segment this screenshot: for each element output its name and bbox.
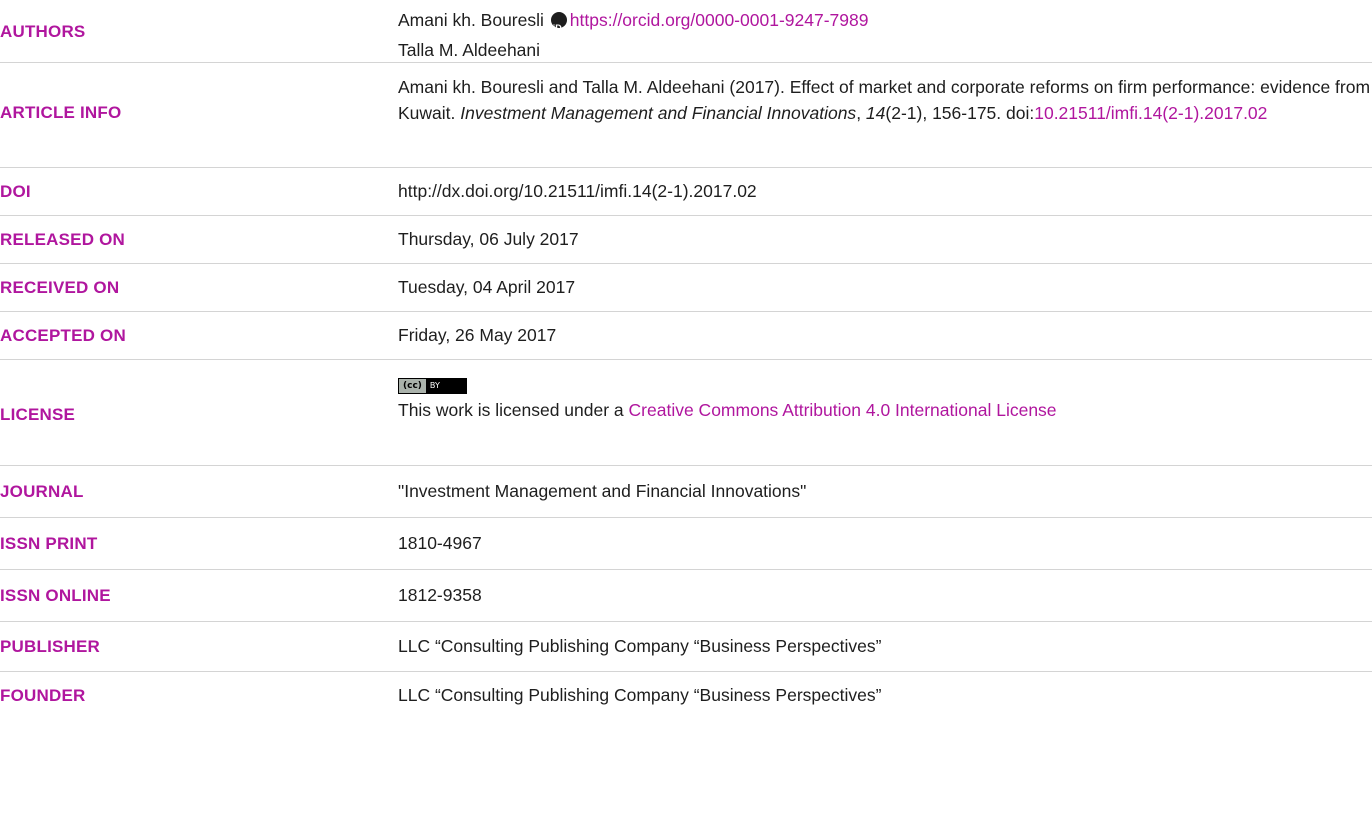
row-publisher: PUBLISHER LLC “Consulting Publishing Com…: [0, 622, 1372, 672]
authors-value: Amani kh. Bouresli https://orcid.org/000…: [398, 5, 1372, 65]
license-link[interactable]: Creative Commons Attribution 4.0 Interna…: [629, 400, 1057, 420]
license-text: This work is licensed under a: [398, 400, 629, 420]
row-issn-online: ISSN ONLINE 1812-9358: [0, 570, 1372, 622]
row-doi: DOI http://dx.doi.org/10.21511/imfi.14(2…: [0, 168, 1372, 216]
row-journal: JOURNAL "Investment Management and Finan…: [0, 466, 1372, 518]
doi-label: DOI: [0, 182, 31, 201]
released-on-value: Thursday, 06 July 2017: [398, 229, 579, 249]
journal-label: JOURNAL: [0, 482, 84, 501]
citation-journal: Investment Management and Financial Inno…: [460, 103, 857, 123]
citation-separator: ,: [856, 103, 866, 123]
row-received-on: RECEIVED ON Tuesday, 04 April 2017: [0, 264, 1372, 312]
row-license: LICENSE (cc) BY This work is licensed und…: [0, 360, 1372, 466]
cc-badge-left: (cc): [399, 379, 426, 393]
row-founder: FOUNDER LLC “Consulting Publishing Compa…: [0, 672, 1372, 720]
citation-volume: 14: [865, 103, 886, 123]
article-citation: Amani kh. Bouresli and Talla M. Aldeehan…: [398, 74, 1372, 126]
author-name: Amani kh. Bouresli: [398, 10, 544, 30]
row-released-on: RELEASED ON Thursday, 06 July 2017: [0, 216, 1372, 264]
issn-print-label: ISSN PRINT: [0, 534, 98, 553]
orcid-icon[interactable]: [550, 12, 567, 43]
authors-label: AUTHORS: [0, 22, 86, 41]
released-on-label: RELEASED ON: [0, 230, 125, 249]
issn-online-value: 1812-9358: [398, 585, 482, 605]
cc-badge-right: BY: [425, 379, 466, 393]
founder-label: FOUNDER: [0, 686, 86, 705]
row-article-info: ARTICLE INFO Amani kh. Bouresli and Tall…: [0, 63, 1372, 168]
received-on-label: RECEIVED ON: [0, 278, 120, 297]
license-label: LICENSE: [0, 405, 76, 424]
row-issn-print: ISSN PRINT 1810-4967: [0, 518, 1372, 570]
accepted-on-label: ACCEPTED ON: [0, 326, 126, 345]
author-name: Talla M. Aldeehani: [398, 40, 541, 60]
orcid-link[interactable]: https://orcid.org/0000-0001-9247-7989: [570, 10, 869, 30]
issn-print-value: 1810-4967: [398, 533, 482, 553]
founder-value: LLC “Consulting Publishing Company “Busi…: [398, 685, 882, 705]
accepted-on-value: Friday, 26 May 2017: [398, 325, 557, 345]
row-accepted-on: ACCEPTED ON Friday, 26 May 2017: [0, 312, 1372, 360]
received-on-value: Tuesday, 04 April 2017: [398, 277, 576, 297]
journal-value: "Investment Management and Financial Inn…: [398, 481, 807, 501]
cc-by-license-badge[interactable]: (cc) BY: [398, 378, 467, 394]
doi-value: http://dx.doi.org/10.21511/imfi.14(2-1).…: [398, 181, 757, 201]
citation-doi-link[interactable]: 10.21511/imfi.14(2-1).2017.02: [1034, 103, 1267, 123]
publisher-label: PUBLISHER: [0, 637, 101, 656]
article-info-label: ARTICLE INFO: [0, 103, 122, 122]
publisher-value: LLC “Consulting Publishing Company “Busi…: [398, 636, 882, 656]
license-value: (cc) BY This work is licensed under a Cre…: [398, 369, 1372, 423]
citation-pages: (2-1), 156-175. doi:: [885, 103, 1035, 123]
issn-online-label: ISSN ONLINE: [0, 586, 111, 605]
row-authors: AUTHORS Amani kh. Bouresli https://orcid…: [0, 0, 1372, 63]
